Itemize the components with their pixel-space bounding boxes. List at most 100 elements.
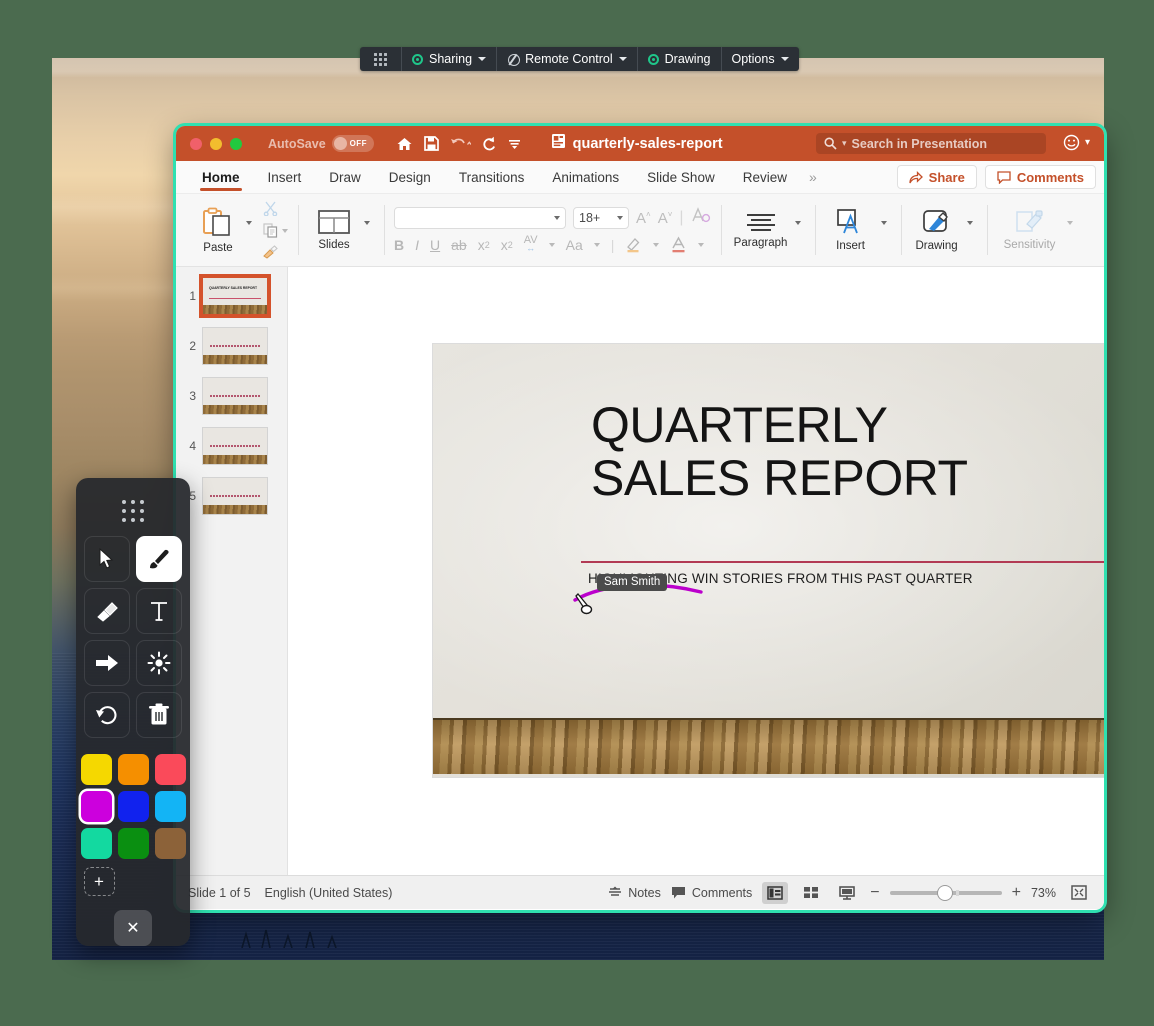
tab-design[interactable]: Design [375,161,445,194]
color-swatch-brown[interactable] [154,828,186,859]
share-bar-item-sharing[interactable]: Sharing [402,47,498,71]
delete-tool[interactable] [136,692,182,738]
thumbnail-preview[interactable] [202,427,268,465]
share-button[interactable]: Share [896,165,977,189]
color-swatch-magenta[interactable] [80,791,112,822]
status-bar-right-group[interactable]: Notes Comments − + 73% [608,881,1092,904]
tab-slide-show[interactable]: Slide Show [633,161,729,194]
color-swatch-yellow[interactable] [80,754,112,785]
tab-review[interactable]: Review [729,161,801,194]
character-spacing-button[interactable]: AV ↔ [524,234,538,253]
strikethrough-button[interactable]: ab [451,237,467,253]
drawing-chevron-down-icon[interactable] [966,221,973,225]
color-swatch-blue[interactable] [117,791,149,822]
eraser-tool[interactable] [84,588,130,634]
color-swatch-cyan[interactable] [154,791,186,822]
insert-button[interactable]: Insert [825,208,877,252]
close-window-button[interactable] [190,137,202,150]
fit-slide-button[interactable] [1066,882,1092,904]
status-bar[interactable]: Slide 1 of 5 English (United States) Not… [176,875,1104,909]
font-size-input[interactable]: 18+ [573,207,629,229]
font-color-button[interactable] [670,236,687,253]
language-indicator[interactable]: English (United States) [265,886,393,900]
copy-button[interactable] [263,223,288,238]
arrow-tool[interactable] [84,640,130,686]
paragraph-chevron-down-icon[interactable] [794,221,801,225]
tab-overflow-icon[interactable]: » [801,169,817,185]
sensitivity-button[interactable]: Sensitivity [997,209,1063,251]
slide-title-text[interactable]: QUARTERLY SALES REPORT [591,399,968,505]
ribbon-toolbar[interactable]: Paste Slides 18+ A˄ A˅ | B I U ab x 2 x … [176,194,1104,267]
shrink-font-button[interactable]: A˅ [658,210,673,227]
bold-button[interactable]: B [394,237,404,253]
zoom-slider-knob[interactable] [937,885,952,900]
floating-drawing-toolbar[interactable]: + ✕ [76,478,190,946]
thumbnail-preview[interactable]: QUARTERLY SALES REPORT [199,274,271,318]
add-color-button[interactable]: + [83,867,115,897]
zoom-slider[interactable] [889,885,1002,900]
quick-access-toolbar[interactable] [396,136,521,152]
save-icon[interactable] [423,136,439,151]
thumbnail-preview[interactable] [202,377,268,415]
text-highlight-button[interactable] [625,236,642,253]
change-case-chevron-down-icon[interactable] [593,242,600,247]
zoom-out-button[interactable]: − [870,884,879,902]
normal-view-button[interactable] [762,881,789,904]
highlight-chevron-down-icon[interactable] [653,242,660,247]
color-swatch-teal[interactable] [80,828,112,859]
thumbnail-preview[interactable] [202,477,268,515]
copy-chevron-down-icon[interactable] [282,228,288,233]
undo-icon[interactable] [450,136,471,151]
account-menu[interactable]: ▾ [1063,134,1090,151]
tab-animations[interactable]: Animations [538,161,633,194]
slide-thumbnail-panel[interactable]: 1 QUARTERLY SALES REPORT 2 3 4 5 [176,267,288,875]
maximize-window-button[interactable] [230,137,242,150]
font-name-input[interactable] [394,207,566,229]
underline-button[interactable]: U [430,237,440,253]
ribbon-right-actions[interactable]: Share Comments [896,165,1096,189]
thumbnail-item-2[interactable]: 2 [176,327,287,377]
presenter-view-button[interactable] [834,882,860,904]
thumbnail-preview[interactable] [202,327,268,365]
document-name-group[interactable]: quarterly-sales-report [551,133,723,154]
cut-button[interactable] [263,201,288,216]
share-bar-item-drawing[interactable]: Drawing [638,47,722,71]
tab-insert[interactable]: Insert [254,161,316,194]
clear-formatting-button[interactable] [691,207,711,229]
select-arrow-tool[interactable] [84,536,130,582]
drawing-toolbar-grip-icon[interactable] [122,500,144,522]
slides-chevron-down-icon[interactable] [364,221,370,225]
comments-button[interactable]: Comments [984,165,1096,189]
brush-tool[interactable] [136,536,182,582]
insert-chevron-down-icon[interactable] [880,221,887,225]
tab-transitions[interactable]: Transitions [445,161,539,194]
superscript-button[interactable]: x2 [478,237,490,253]
grow-font-button[interactable]: A˄ [636,210,651,227]
color-swatch-red[interactable] [154,754,186,785]
font-size-chevron-down-icon[interactable] [617,216,623,220]
paragraph-button[interactable]: Paragraph [731,212,791,249]
spotlight-tool[interactable] [136,640,182,686]
color-swatch-green[interactable] [117,828,149,859]
notes-button[interactable]: Notes [608,886,661,900]
drawing-tool-grid[interactable] [84,536,182,738]
customize-toolbar-icon[interactable] [508,138,521,150]
paste-button[interactable]: Paste [192,207,244,254]
slide-sorter-button[interactable] [798,882,824,904]
text-tool[interactable] [136,588,182,634]
character-spacing-chevron-down-icon[interactable] [548,242,555,247]
share-bar-grip[interactable] [360,47,402,71]
search-input[interactable]: ▾ Search in Presentation [816,133,1046,154]
font-name-chevron-down-icon[interactable] [554,216,560,220]
window-traffic-lights[interactable] [186,137,242,150]
thumbnail-item-3[interactable]: 3 [176,377,287,427]
zoom-in-button[interactable]: + [1012,884,1021,902]
autosave-toggle[interactable]: AutoSave OFF [268,135,374,152]
slides-button[interactable]: Slides [308,209,360,251]
autosave-switch[interactable]: OFF [331,135,374,152]
color-swatch-grid[interactable] [80,754,186,859]
italic-button[interactable]: I [415,237,419,253]
tab-home[interactable]: Home [188,161,254,194]
change-case-button[interactable]: Aa [566,237,583,253]
paste-chevron-down-icon[interactable] [246,221,252,225]
